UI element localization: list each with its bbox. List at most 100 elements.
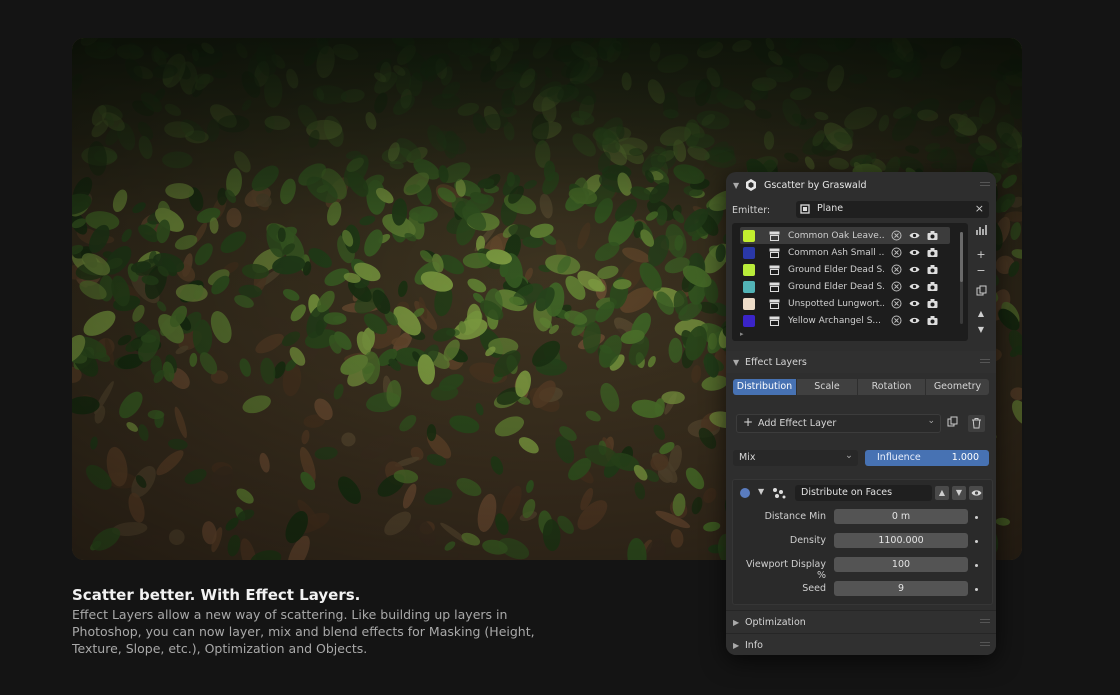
panel-header[interactable]: ▼ Gscatter by Graswald [726,174,996,196]
info-header[interactable]: ▶ Info [726,633,996,655]
select-toggle-icon[interactable] [891,247,902,258]
list-scrollbar[interactable] [960,232,963,324]
move-up-button[interactable]: ▲ [974,307,988,321]
select-toggle-icon[interactable] [891,315,902,326]
list-item[interactable]: Common Oak Leave... [740,227,950,244]
effect-layers-title: Effect Layers [745,356,807,368]
eye-icon[interactable] [909,315,920,326]
scatter-list: Common Oak Leave... Common Ash Small ... G… [732,223,968,341]
select-toggle-icon[interactable] [891,298,902,309]
list-options-icon[interactable] [974,224,988,238]
camera-icon[interactable] [927,264,938,275]
viewport-display-label: Viewport Display % [745,559,826,581]
camera-icon[interactable] [927,298,938,309]
drag-grip-icon[interactable] [980,182,990,188]
caption-title: Scatter better. With Effect Layers. [72,586,361,604]
select-toggle-icon[interactable] [891,281,902,292]
list-item[interactable]: Ground Elder Dead S... [740,278,950,295]
chevron-down-icon: ⌄ [845,450,853,461]
tab-distribution[interactable]: Distribution [733,379,796,395]
collection-icon [769,231,780,241]
collection-icon [769,265,780,275]
list-item-label: Unspotted Lungwort... [788,298,884,309]
eye-icon[interactable] [909,230,920,241]
item-color-swatch[interactable] [743,263,755,276]
duplicate-icon[interactable] [974,285,988,299]
gscatter-logo-icon [746,179,756,191]
layer-down-button[interactable]: ▼ [952,486,966,500]
camera-icon[interactable] [927,315,938,326]
item-color-swatch[interactable] [743,280,755,293]
eye-icon[interactable] [909,247,920,258]
layer-color-dot[interactable] [740,488,750,498]
list-item[interactable]: Yellow Archangel S... [740,312,950,329]
info-title: Info [745,639,763,651]
influence-value: 1.000 [951,452,979,463]
density-field[interactable]: 1100.000 [834,533,968,548]
item-color-swatch[interactable] [743,246,755,259]
drag-grip-icon[interactable] [980,642,990,648]
eye-icon[interactable] [909,298,920,309]
influence-label: Influence [877,452,921,463]
add-item-button[interactable]: + [974,248,988,262]
seed-field[interactable]: 9 [834,581,968,596]
eye-icon[interactable] [909,281,920,292]
scatter-points-icon [773,488,786,499]
tab-scale[interactable]: Scale [797,379,857,395]
emitter-value: Plane [817,203,844,214]
drag-grip-icon[interactable] [980,359,990,365]
plus-icon: + [743,415,754,429]
keyframe-dot-icon[interactable] [975,564,978,567]
viewport-display-field[interactable]: 100 [834,557,968,572]
add-effect-layer-label: Add Effect Layer [758,418,837,429]
eye-icon[interactable] [909,264,920,275]
list-item[interactable]: Unspotted Lungwort... [740,295,950,312]
keyframe-dot-icon[interactable] [975,588,978,591]
camera-icon[interactable] [927,281,938,292]
chevron-right-icon: ▶ [733,640,740,650]
list-item[interactable]: Common Ash Small ... [740,244,950,261]
gscatter-panel: ▼ Gscatter by Graswald Emitter: Plane × … [726,172,996,655]
list-item-label: Common Oak Leave... [788,230,884,241]
clear-emitter-icon[interactable]: × [975,202,984,215]
optimization-header[interactable]: ▶ Optimization [726,610,996,633]
tab-geometry[interactable]: Geometry [926,379,989,395]
layer-name-field[interactable]: Distribute on Faces [795,485,932,501]
select-toggle-icon[interactable] [891,230,902,241]
select-toggle-icon[interactable] [891,264,902,275]
emitter-field[interactable]: Plane × [796,201,989,218]
effect-layers-header[interactable]: ▼ Effect Layers [726,351,996,373]
list-item-label: Yellow Archangel S... [788,315,882,326]
chevron-down-icon[interactable]: ▼ [758,487,764,496]
distance-min-field[interactable]: 0 m [834,509,968,524]
chevron-down-icon: ▼ [733,180,740,190]
layer-up-button[interactable]: ▲ [935,486,949,500]
keyframe-dot-icon[interactable] [975,540,978,543]
item-color-swatch[interactable] [743,314,755,327]
add-effect-layer-dropdown[interactable]: + Add Effect Layer ⌄ [736,414,941,433]
blend-mode-value: Mix [739,452,756,463]
remove-item-button[interactable]: − [974,264,988,278]
optimization-title: Optimization [745,616,806,628]
list-expand-icon[interactable]: ▸ [740,330,744,338]
camera-icon[interactable] [927,230,938,241]
list-item[interactable]: Ground Elder Dead S... [740,261,950,278]
keyframe-dot-icon[interactable] [975,516,978,519]
tab-rotation[interactable]: Rotation [858,379,925,395]
eye-icon[interactable] [969,486,983,500]
layer-name-value: Distribute on Faces [801,487,893,498]
copy-icon[interactable] [945,416,959,430]
chevron-down-icon: ⌄ [927,416,935,426]
collection-icon [769,299,780,309]
trash-icon[interactable] [968,415,985,432]
drag-grip-icon[interactable] [980,619,990,625]
item-color-swatch[interactable] [743,297,755,310]
camera-icon[interactable] [927,247,938,258]
distance-min-label: Distance Min [764,511,826,522]
collection-icon [769,248,780,258]
blend-mode-select[interactable]: Mix ⌄ [733,450,858,466]
influence-slider[interactable]: Influence 1.000 [865,450,989,466]
item-color-swatch[interactable] [743,229,755,242]
move-down-button[interactable]: ▼ [974,323,988,337]
chevron-down-icon: ▼ [733,357,740,367]
